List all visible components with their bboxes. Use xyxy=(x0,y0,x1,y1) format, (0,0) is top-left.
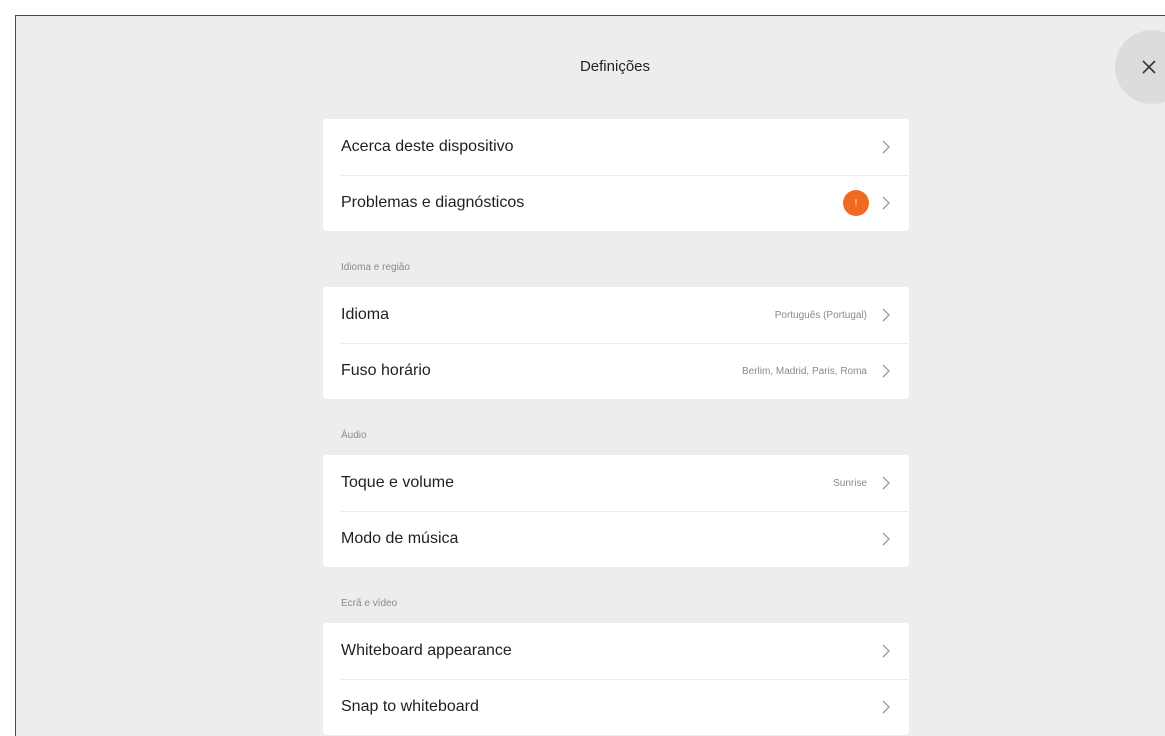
row-label: Idioma xyxy=(341,306,390,323)
settings-group-audio: Toque e volume Sunrise Modo de música xyxy=(323,455,909,567)
chevron-right-icon xyxy=(882,644,890,658)
chevron-right-icon xyxy=(882,476,890,490)
settings-group-general: Acerca deste dispositivo Problemas e dia… xyxy=(323,119,909,231)
chevron-right-icon xyxy=(882,532,890,546)
settings-row-ringtone-volume[interactable]: Toque e volume Sunrise xyxy=(323,455,909,511)
page-title: Definições xyxy=(579,58,651,75)
row-value: Português (Portugal) xyxy=(774,309,867,321)
row-value: Sunrise xyxy=(833,477,867,489)
settings-group-screen-video: Whiteboard appearance Snap to whiteboard xyxy=(323,623,909,735)
close-icon xyxy=(1142,60,1156,74)
alert-badge: ! xyxy=(843,190,869,216)
settings-row-whiteboard-appearance[interactable]: Whiteboard appearance xyxy=(323,623,909,679)
settings-row-snap-to-whiteboard[interactable]: Snap to whiteboard xyxy=(323,679,909,735)
chevron-right-icon xyxy=(882,140,890,154)
chevron-right-icon xyxy=(882,364,890,378)
row-label: Whiteboard appearance xyxy=(341,642,512,659)
row-label: Problemas e diagnósticos xyxy=(341,194,525,211)
row-label: Modo de música xyxy=(341,530,459,547)
row-value: Berlim, Madrid, Paris, Roma xyxy=(741,365,867,377)
settings-row-language[interactable]: Idioma Português (Portugal) xyxy=(323,287,909,343)
chevron-right-icon xyxy=(882,308,890,322)
settings-row-about-device[interactable]: Acerca deste dispositivo xyxy=(323,119,909,175)
row-label: Acerca deste dispositivo xyxy=(341,138,514,155)
section-header-language-region: Idioma e região xyxy=(341,262,410,273)
row-label: Fuso horário xyxy=(341,362,431,379)
row-label: Toque e volume xyxy=(341,474,454,491)
chevron-right-icon xyxy=(882,196,890,210)
settings-group-language-region: Idioma Português (Portugal) Fuso horário… xyxy=(323,287,909,399)
settings-row-issues-diagnostics[interactable]: Problemas e diagnósticos ! xyxy=(323,175,909,231)
section-header-audio: Áudio xyxy=(341,430,367,441)
section-header-screen-video: Ecrã e vídeo xyxy=(341,598,398,609)
row-label: Snap to whiteboard xyxy=(341,698,479,715)
settings-row-time-zone[interactable]: Fuso horário Berlim, Madrid, Paris, Roma xyxy=(323,343,909,399)
settings-row-music-mode[interactable]: Modo de música xyxy=(323,511,909,567)
